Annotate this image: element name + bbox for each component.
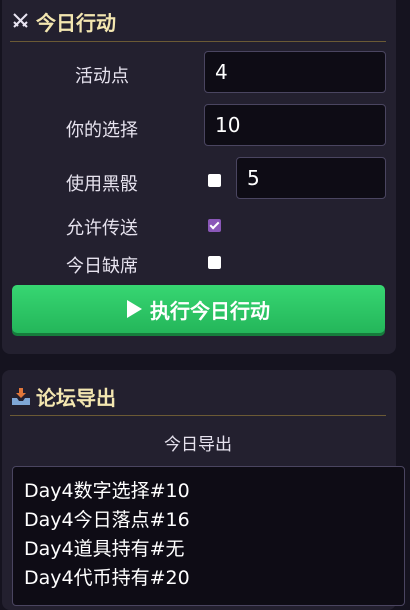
crossed-swords-icon: [10, 10, 32, 32]
inbox-tray-icon: [10, 385, 32, 407]
forum-export-title: 论坛导出: [36, 385, 116, 410]
export-line: Day4道具持有#无: [24, 538, 185, 560]
daily-action-title: 今日行动: [36, 10, 116, 35]
allow-teleport-label: 允许传送: [66, 218, 138, 239]
activity-points-input[interactable]: 4: [204, 51, 386, 93]
export-line: Day4代币持有#20: [24, 567, 190, 589]
allow-teleport-checkbox[interactable]: [208, 219, 221, 232]
black-dice-checkbox[interactable]: [208, 174, 221, 187]
forum-export-divider: [10, 415, 386, 416]
black-dice-input[interactable]: 5: [236, 157, 386, 199]
export-textarea[interactable]: Day4数字选择#10 Day4今日落点#16 Day4道具持有#无 Day4代…: [12, 466, 405, 606]
activity-points-label: 活动点: [75, 66, 129, 87]
run-daily-action-button[interactable]: 执行今日行动: [12, 285, 385, 333]
daily-action-divider: [10, 41, 386, 42]
absent-today-checkbox[interactable]: [208, 256, 221, 269]
daily-action-header: 今日行动: [10, 4, 116, 38]
run-daily-action-label: 执行今日行动: [150, 298, 270, 323]
black-dice-label: 使用黑骰: [66, 174, 138, 195]
export-line: Day4数字选择#10: [24, 480, 190, 502]
export-line: Day4今日落点#16: [24, 509, 190, 531]
your-choice-label: 你的选择: [66, 120, 138, 141]
forum-export-header: 论坛导出: [10, 379, 116, 413]
absent-today-label: 今日缺席: [66, 256, 138, 277]
export-caption: 今日导出: [164, 435, 232, 455]
play-icon: [127, 300, 142, 318]
your-choice-input[interactable]: 10: [204, 104, 386, 146]
